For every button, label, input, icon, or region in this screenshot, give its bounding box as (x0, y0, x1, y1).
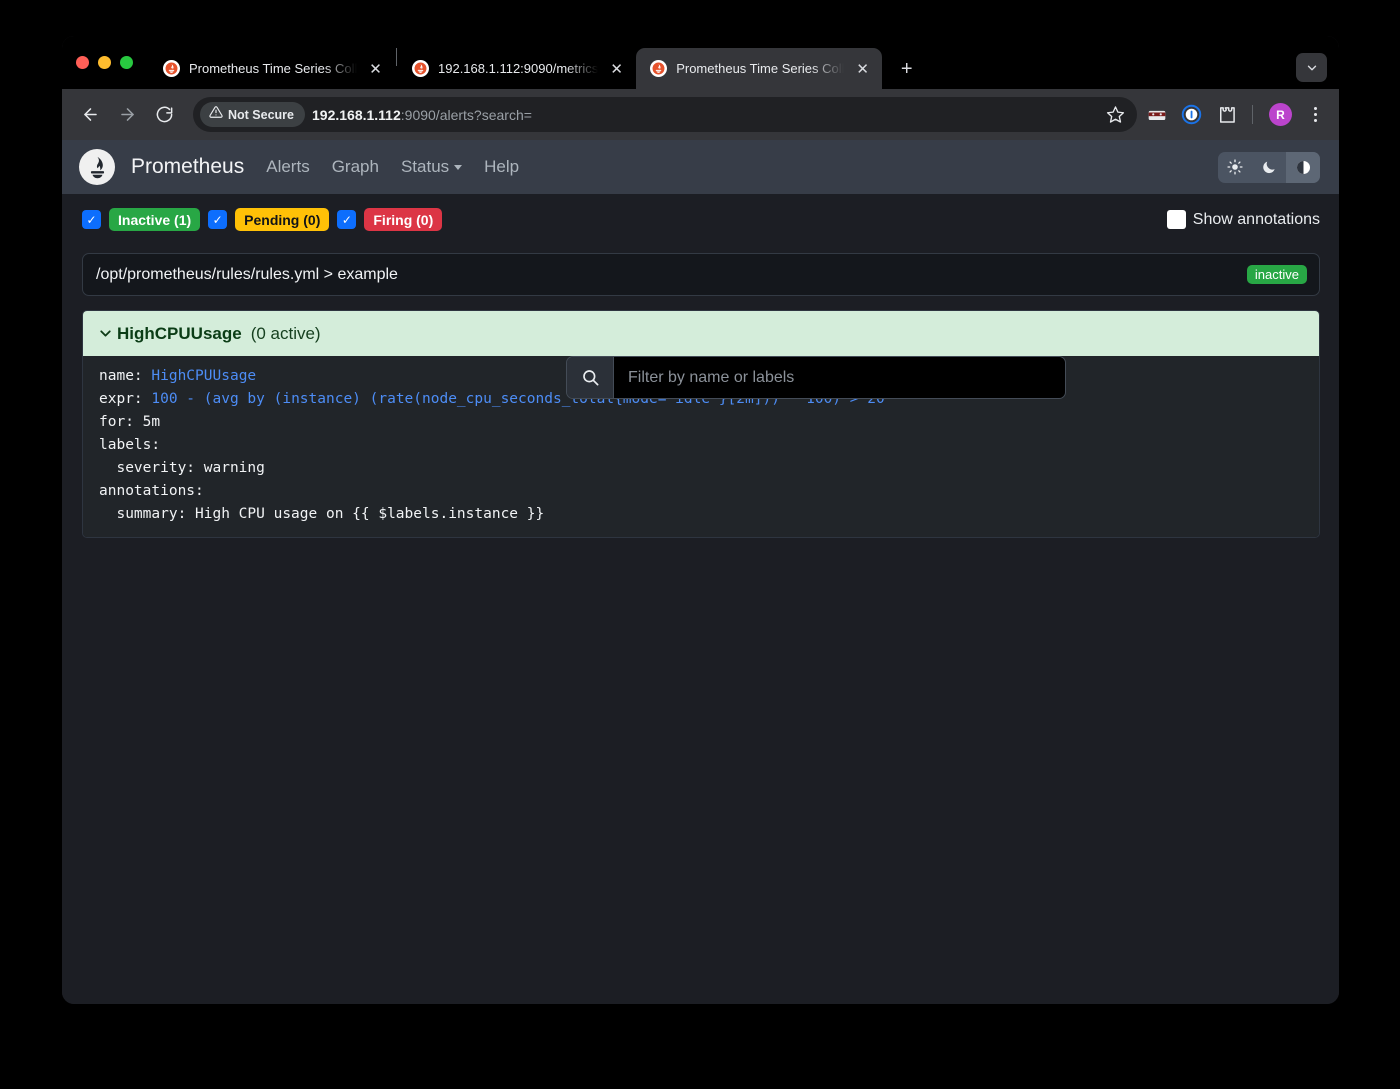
nav-item-status-label: Status (400, 157, 450, 176)
tab-list-chevron-down-icon[interactable] (1296, 53, 1327, 82)
browser-window: Prometheus Time Series Colle ✕ 192.168.1… (62, 36, 1339, 1004)
prometheus-favicon-icon (163, 60, 180, 77)
search-input[interactable] (614, 357, 1065, 398)
search-group (566, 356, 1066, 399)
filter-badge-pending[interactable]: Pending (0) (235, 208, 330, 231)
browser-tab-2-close-icon[interactable]: ✕ (607, 59, 626, 78)
rule-group-header[interactable]: /opt/prometheus/rules/rules.yml > exampl… (82, 253, 1320, 296)
browser-tab-3-close-icon[interactable]: ✕ (853, 59, 872, 78)
yaml-expr-key: expr: (99, 391, 152, 407)
yaml-labels-line: labels: (99, 437, 161, 453)
page-content: Prometheus Alerts Graph Status Help ✓ In… (62, 140, 1339, 1004)
yaml-annotations-line: annotations: (99, 483, 204, 499)
address-bar[interactable]: Not Secure 192.168.1.112:9090/alerts?sea… (193, 97, 1137, 132)
filter-checkbox-inactive[interactable]: ✓ (82, 210, 101, 229)
nav-item-status[interactable]: Status (400, 157, 463, 177)
url-path: :9090/alerts?search= (400, 106, 532, 123)
chevron-down-icon (454, 164, 463, 170)
prometheus-logo-icon[interactable] (79, 149, 115, 185)
status-filter-group: ✓ Inactive (1) ✓ Pending (0) ✓ Firing (0… (82, 208, 443, 231)
yaml-for-line: for: 5m (99, 414, 161, 430)
url-host: 192.168.1.112 (312, 106, 401, 123)
browser-tab-1-close-icon[interactable]: ✕ (366, 59, 385, 78)
filter-badge-inactive[interactable]: Inactive (1) (109, 208, 201, 231)
avatar[interactable]: R (1269, 103, 1292, 126)
yaml-name-value: HighCPUUsage (151, 368, 257, 384)
star-icon[interactable] (1102, 101, 1129, 128)
url-text[interactable]: 192.168.1.112:9090/alerts?search= (312, 107, 1095, 123)
chevron-down-icon[interactable] (97, 325, 114, 342)
rule-group-path: /opt/prometheus/rules/rules.yml > exampl… (96, 265, 398, 283)
nav-item-graph[interactable]: Graph (332, 157, 379, 177)
browser-tab-3-title: Prometheus Time Series Colle (676, 61, 845, 76)
moon-icon[interactable] (1252, 152, 1286, 183)
browser-tab-3[interactable]: Prometheus Time Series Colle ✕ (636, 48, 883, 89)
forward-arrow-icon[interactable] (111, 98, 144, 131)
yaml-name-key: name: (99, 368, 152, 384)
show-annotations-label: Show annotations (1192, 210, 1320, 228)
tab-separator (396, 48, 397, 66)
show-annotations-checkbox[interactable] (1166, 210, 1186, 229)
reload-icon[interactable] (148, 98, 181, 131)
minimize-window-button[interactable] (98, 56, 111, 69)
incognito-reader-icon[interactable] (1141, 99, 1172, 130)
half-circle-icon[interactable] (1286, 151, 1320, 183)
prometheus-navbar: Prometheus Alerts Graph Status Help (62, 140, 1339, 194)
filter-bar: ✓ Inactive (1) ✓ Pending (0) ✓ Firing (0… (62, 194, 1339, 241)
filter-badge-firing[interactable]: Firing (0) (364, 208, 443, 231)
alert-name: HighCPUUsage (117, 323, 242, 343)
nav-item-alerts-label: Alerts (266, 157, 310, 176)
nav-item-help-label: Help (484, 157, 520, 176)
warning-triangle-icon (209, 105, 223, 124)
filter-checkbox-pending[interactable]: ✓ (208, 210, 228, 229)
back-arrow-icon[interactable] (74, 98, 107, 131)
sun-icon[interactable] (1218, 152, 1252, 183)
browser-toolbar: Not Secure 192.168.1.112:9090/alerts?sea… (62, 89, 1339, 140)
not-secure-label: Not Secure (228, 107, 294, 122)
new-tab-button[interactable]: + (892, 54, 921, 83)
prometheus-favicon-icon (650, 60, 668, 77)
browser-tab-1-title: Prometheus Time Series Colle (189, 61, 357, 76)
nav-item-alerts[interactable]: Alerts (266, 157, 309, 177)
browser-tab-2[interactable]: 192.168.1.112:9090/metrics ✕ (398, 48, 636, 89)
window-traffic-lights (76, 36, 149, 89)
browser-tab-2-title: 192.168.1.112:9090/metrics (438, 61, 599, 76)
close-window-button[interactable] (76, 56, 89, 69)
filter-checkbox-firing[interactable]: ✓ (337, 210, 357, 229)
nav-item-help[interactable]: Help (484, 157, 519, 177)
browser-tab-1[interactable]: Prometheus Time Series Colle ✕ (149, 48, 395, 89)
rule-group-status-badge: inactive (1246, 265, 1307, 284)
maximize-window-button[interactable] (120, 56, 133, 69)
extensions-puzzle-icon[interactable] (1211, 99, 1242, 130)
prometheus-favicon-icon (412, 60, 429, 77)
yaml-summary-line: summary: High CPU usage on {{ $labels.in… (99, 506, 545, 522)
alert-card: HighCPUUsage (0 active) name: HighCPUUsa… (82, 310, 1320, 538)
nav-item-graph-label: Graph (331, 157, 379, 176)
alert-active-count: (0 active) (250, 323, 321, 343)
search-icon[interactable] (567, 357, 614, 398)
tab-strip: Prometheus Time Series Colle ✕ 192.168.1… (62, 36, 1339, 89)
yaml-severity-line: severity: warning (99, 460, 265, 476)
show-annotations-toggle[interactable]: Show annotations (1166, 210, 1320, 229)
theme-toggle-group (1218, 151, 1320, 183)
toolbar-divider (1252, 105, 1253, 124)
not-secure-badge[interactable]: Not Secure (200, 102, 305, 127)
three-dot-menu-icon[interactable] (1302, 99, 1329, 130)
onepassword-icon[interactable] (1176, 99, 1207, 130)
prometheus-brand[interactable]: Prometheus (131, 155, 244, 179)
alert-header[interactable]: HighCPUUsage (0 active) (83, 311, 1319, 356)
